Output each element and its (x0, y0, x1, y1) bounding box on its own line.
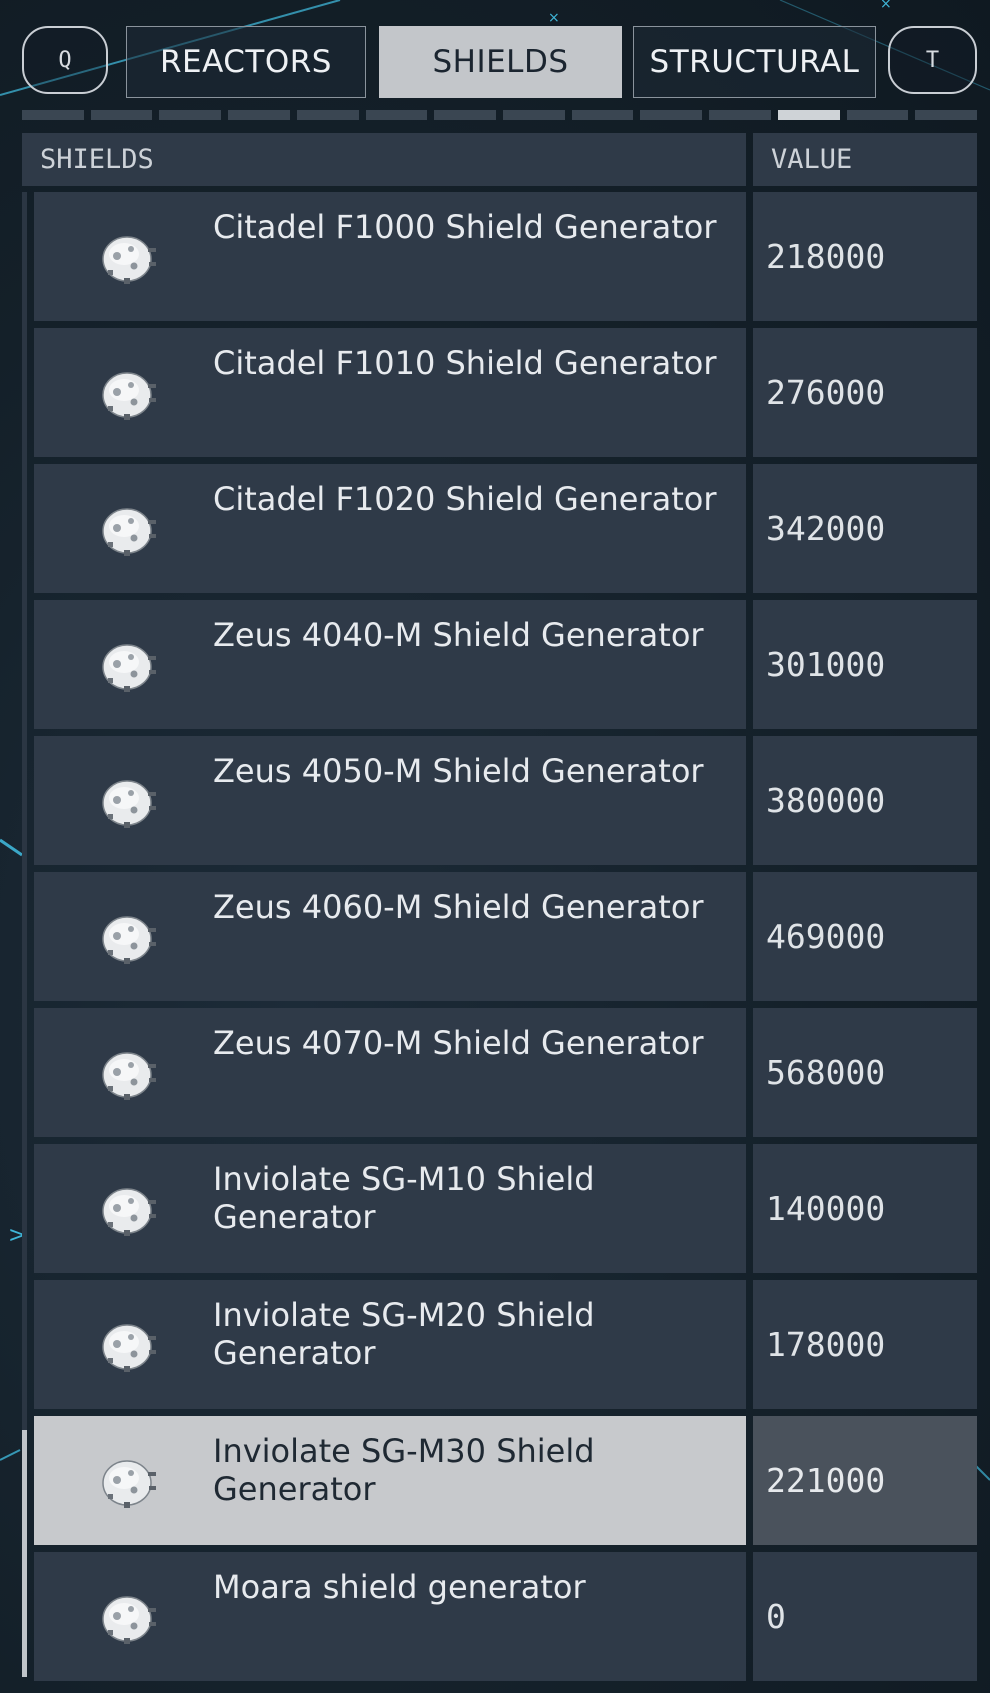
table-row[interactable]: Citadel F1020 Shield Generator 342000 (34, 464, 977, 593)
item-value: 469000 (753, 872, 977, 1001)
table-row[interactable]: Moara shield generator 0 (34, 1552, 977, 1681)
shield-generator-icon (94, 630, 164, 700)
item-name: Zeus 4040-M Shield Generator (213, 616, 704, 654)
table-row[interactable]: Inviolate SG-M20 Shield Generator 178000 (34, 1280, 977, 1409)
item-value: 568000 (753, 1008, 977, 1137)
tab-structural[interactable]: STRUCTURAL (633, 26, 876, 98)
item-name-cell[interactable]: Zeus 4070-M Shield Generator (34, 1008, 746, 1137)
svg-text:×: × (880, 0, 892, 12)
page-indicator-segment (228, 110, 290, 120)
page-indicator-segment (503, 110, 565, 120)
table-row[interactable]: Zeus 4070-M Shield Generator 568000 (34, 1008, 977, 1137)
item-name-cell[interactable]: Moara shield generator (34, 1552, 746, 1681)
page-indicator-segment (915, 110, 978, 120)
item-value: 380000 (753, 736, 977, 865)
item-value: 140000 (753, 1144, 977, 1273)
table-row[interactable]: Zeus 4060-M Shield Generator 469000 (34, 872, 977, 1001)
item-name: Zeus 4070-M Shield Generator (213, 1024, 704, 1062)
item-value: 0 (753, 1552, 977, 1681)
previous-key-label: Q (58, 47, 72, 73)
item-name-cell[interactable]: Citadel F1020 Shield Generator (34, 464, 746, 593)
item-name: Zeus 4050-M Shield Generator (213, 752, 704, 790)
game-screen: > × × Q REACTORS SHIELDS STRUCTURAL T SH… (0, 0, 990, 1693)
next-category-key-button[interactable]: T (888, 26, 977, 94)
tab-reactors[interactable]: REACTORS (126, 26, 366, 98)
next-key-label: T (925, 47, 940, 73)
item-value: 178000 (753, 1280, 977, 1409)
tab-reactors-label: REACTORS (160, 44, 332, 80)
item-name: Inviolate SG-M10 Shield Generator (213, 1160, 595, 1236)
item-name-cell[interactable]: Inviolate SG-M20 Shield Generator (34, 1280, 746, 1409)
page-indicator-segment (434, 110, 497, 120)
item-value: 276000 (753, 328, 977, 457)
page-indicator-segment (571, 110, 634, 120)
shield-generator-icon (94, 902, 164, 972)
column-header-shields[interactable]: SHIELDS (22, 133, 746, 186)
item-name: Inviolate SG-M20 Shield Generator (213, 1296, 595, 1372)
item-name-cell[interactable]: Citadel F1010 Shield Generator (34, 328, 746, 457)
list-scrollbar-thumb[interactable] (22, 1430, 27, 1677)
shield-generator-icon (94, 1446, 164, 1516)
page-indicator-segment (709, 110, 771, 120)
item-name: Moara shield generator (213, 1568, 586, 1606)
shield-generator-icon (94, 494, 164, 564)
item-name-cell[interactable]: Inviolate SG-M10 Shield Generator (34, 1144, 746, 1273)
item-value: 301000 (753, 600, 977, 729)
table-row[interactable]: Zeus 4040-M Shield Generator 301000 (34, 600, 977, 729)
tab-shields-label: SHIELDS (432, 44, 569, 80)
shield-generator-icon (94, 358, 164, 428)
item-name-cell[interactable]: Inviolate SG-M30 Shield Generator (34, 1416, 746, 1545)
shield-generator-icon (94, 766, 164, 836)
page-indicator-segment-active (777, 110, 840, 120)
table-row[interactable]: Citadel F1000 Shield Generator 218000 (34, 192, 977, 321)
previous-category-key-button[interactable]: Q (22, 26, 108, 94)
item-value: 342000 (753, 464, 977, 593)
category-page-indicator (22, 110, 978, 120)
item-name: Citadel F1020 Shield Generator (213, 480, 717, 518)
item-name-cell[interactable]: Zeus 4060-M Shield Generator (34, 872, 746, 1001)
page-indicator-segment (90, 110, 153, 120)
shield-generator-icon (94, 1174, 164, 1244)
item-value: 221000 (753, 1416, 977, 1545)
item-name: Citadel F1010 Shield Generator (213, 344, 717, 382)
item-name: Citadel F1000 Shield Generator (213, 208, 717, 246)
tab-shields[interactable]: SHIELDS (379, 26, 622, 98)
page-indicator-segment (846, 110, 909, 120)
table-row-selected[interactable]: Inviolate SG-M30 Shield Generator 221000 (34, 1416, 977, 1545)
table-row[interactable]: Citadel F1010 Shield Generator 276000 (34, 328, 977, 457)
shield-generator-icon (94, 222, 164, 292)
table-row[interactable]: Inviolate SG-M10 Shield Generator 140000 (34, 1144, 977, 1273)
shield-generator-icon (94, 1310, 164, 1380)
shields-list: Citadel F1000 Shield Generator 218000 Cita… (34, 192, 977, 1688)
item-name-cell[interactable]: Citadel F1000 Shield Generator (34, 192, 746, 321)
item-name: Inviolate SG-M30 Shield Generator (213, 1432, 595, 1508)
shield-generator-icon (94, 1038, 164, 1108)
item-name: Zeus 4060-M Shield Generator (213, 888, 704, 926)
page-indicator-segment (296, 110, 359, 120)
table-header: SHIELDS VALUE (22, 133, 977, 186)
column-header-value[interactable]: VALUE (753, 133, 977, 186)
item-name-cell[interactable]: Zeus 4050-M Shield Generator (34, 736, 746, 865)
shields-table: SHIELDS VALUE (22, 133, 977, 186)
item-value: 218000 (753, 192, 977, 321)
item-name-cell[interactable]: Zeus 4040-M Shield Generator (34, 600, 746, 729)
page-indicator-segment (365, 110, 428, 120)
shield-generator-icon (94, 1582, 164, 1652)
page-indicator-segment (640, 110, 703, 120)
table-row[interactable]: Zeus 4050-M Shield Generator 380000 (34, 736, 977, 865)
category-tab-bar: Q REACTORS SHIELDS STRUCTURAL T (22, 26, 977, 98)
page-indicator-segment (159, 110, 222, 120)
page-indicator-segment (22, 110, 84, 120)
svg-text:×: × (548, 10, 560, 26)
tab-structural-label: STRUCTURAL (649, 44, 860, 80)
